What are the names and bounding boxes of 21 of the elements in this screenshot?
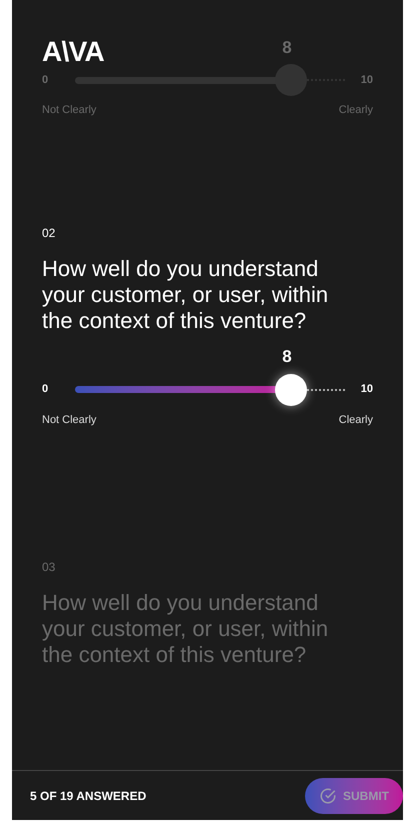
slider-min-label: Not Clearly <box>42 103 96 118</box>
slider-track[interactable] <box>75 374 345 406</box>
slider-max: 10 <box>360 382 373 398</box>
question-number: 03 <box>42 559 56 576</box>
question-number: 02 <box>42 224 56 242</box>
slider-value: 8 <box>282 346 292 368</box>
slider-max: 10 <box>360 72 373 88</box>
slider-thumb[interactable] <box>275 374 307 406</box>
slider-thumb[interactable] <box>275 64 307 96</box>
question-text: How well do you understand your customer, or user, within the context of this venture? <box>42 590 330 668</box>
slider-track[interactable] <box>75 64 345 96</box>
question-text: How well do you understand your customer, or user, within the context of this venture? <box>42 256 330 334</box>
slider-max-label: Clearly <box>338 103 373 118</box>
logo: A\VA <box>42 38 104 66</box>
slider-value: 8 <box>282 36 292 58</box>
check-circle-icon <box>319 786 337 804</box>
progress-text: 5 OF 19 ANSWERED <box>30 788 146 804</box>
slider-min: 0 <box>42 382 50 398</box>
slider-max-label: Clearly <box>338 412 373 428</box>
slider-min-label: Not Clearly <box>42 412 96 428</box>
slider-min: 0 <box>42 72 50 88</box>
